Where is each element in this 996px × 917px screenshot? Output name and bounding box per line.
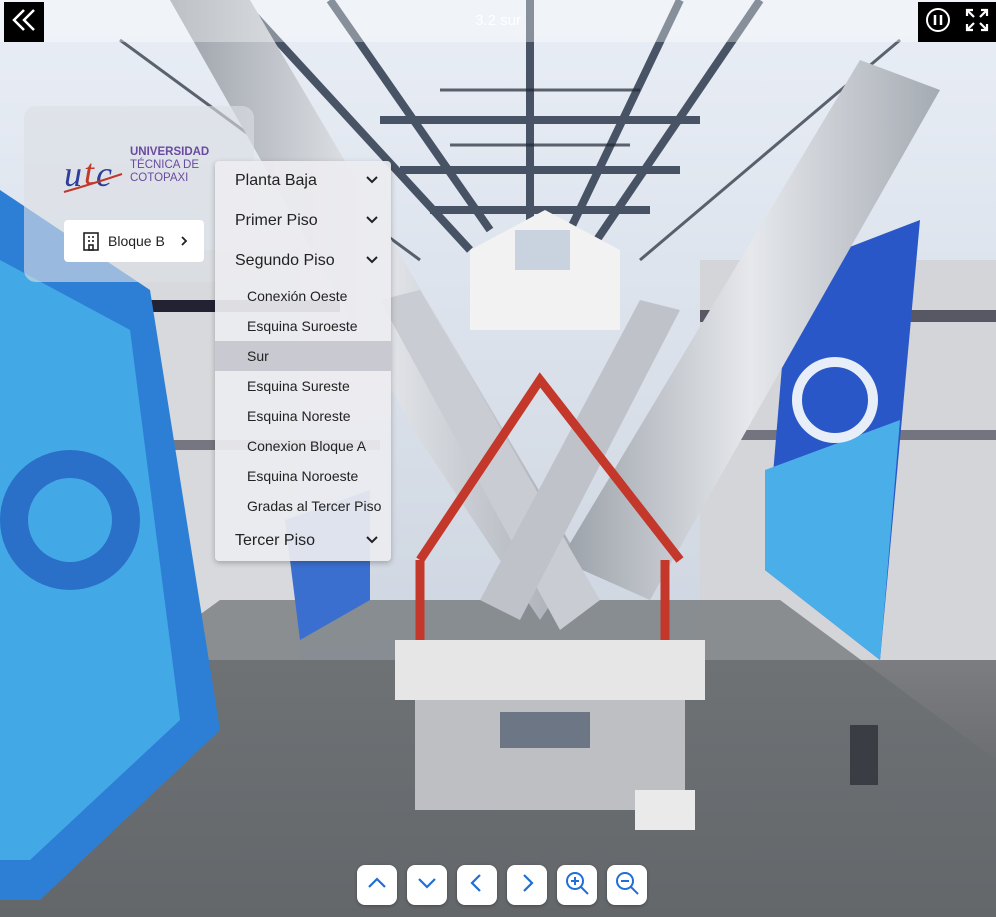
floor-label: Segundo Piso	[235, 252, 335, 269]
up-icon	[365, 871, 389, 900]
scene-item-gradas-tercer-piso[interactable]: Gradas al Tercer Piso	[215, 491, 391, 521]
chevron-down-icon	[365, 172, 379, 190]
scene-item-esquina-noreste[interactable]: Esquina Noreste	[215, 401, 391, 431]
logo-text: UNIVERSIDAD TÉCNICA DE COTOPAXI	[130, 146, 209, 185]
zoom-out-icon	[614, 870, 640, 901]
scene-item-esquina-sureste[interactable]: Esquina Sureste	[215, 371, 391, 401]
move-up-button[interactable]	[357, 865, 397, 905]
utc-logo: u t c UNIVERSIDAD TÉCNICA DE COTOPAXI	[62, 144, 222, 202]
floor-planta-baja[interactable]: Planta Baja	[215, 161, 391, 201]
move-down-button[interactable]	[407, 865, 447, 905]
scene-title: 3.2 sur	[475, 12, 521, 29]
panorama-viewer[interactable]: 3.2 sur u t c UNIVERSIDAD TÉCNICA DE COT…	[0, 0, 996, 917]
navigation-controls	[357, 865, 657, 905]
utc-logo-mark: u t c	[63, 152, 123, 194]
building-icon	[82, 231, 100, 251]
zoom-in-icon	[564, 870, 590, 901]
block-selector-button[interactable]: Bloque B	[64, 220, 204, 262]
floor-segundo-piso[interactable]: Segundo Piso	[215, 241, 391, 281]
scene-item-esquina-suroeste[interactable]: Esquina Suroeste	[215, 311, 391, 341]
chevron-down-icon	[365, 532, 379, 550]
scene-item-esquina-noroeste[interactable]: Esquina Noroeste	[215, 461, 391, 491]
pause-icon	[925, 7, 951, 38]
zoom-out-button[interactable]	[607, 865, 647, 905]
logo-line-3: COTOPAXI	[130, 172, 189, 184]
scene-item-conexion-oeste[interactable]: Conexión Oeste	[215, 281, 391, 311]
logo-line-2: TÉCNICA DE	[130, 159, 200, 171]
left-icon	[465, 871, 489, 900]
move-right-button[interactable]	[507, 865, 547, 905]
zoom-in-button[interactable]	[557, 865, 597, 905]
floor-label: Primer Piso	[235, 212, 318, 229]
fullscreen-button[interactable]	[962, 7, 992, 37]
chevron-down-icon	[365, 212, 379, 230]
chevron-right-icon	[179, 235, 189, 247]
floor-primer-piso[interactable]: Primer Piso	[215, 201, 391, 241]
floor-label: Tercer Piso	[235, 532, 316, 549]
move-left-button[interactable]	[457, 865, 497, 905]
block-selector-label: Bloque B	[108, 233, 165, 249]
scene-item-conexion-bloque-a[interactable]: Conexion Bloque A	[215, 431, 391, 461]
top-right-controls	[918, 2, 996, 42]
chevron-down-icon	[365, 252, 379, 270]
logo-line-1: UNIVERSIDAD	[130, 146, 210, 158]
floor-menu: Planta Baja Primer Piso Segundo Piso Con…	[215, 161, 391, 561]
scene-item-sur[interactable]: Sur	[215, 341, 391, 371]
fullscreen-icon	[964, 7, 990, 38]
down-icon	[415, 871, 439, 900]
floor-tercer-piso[interactable]: Tercer Piso	[215, 521, 391, 561]
pause-button[interactable]	[923, 7, 953, 37]
right-icon	[515, 871, 539, 900]
floor-label: Planta Baja	[235, 172, 317, 189]
svg-text:c: c	[96, 154, 112, 194]
